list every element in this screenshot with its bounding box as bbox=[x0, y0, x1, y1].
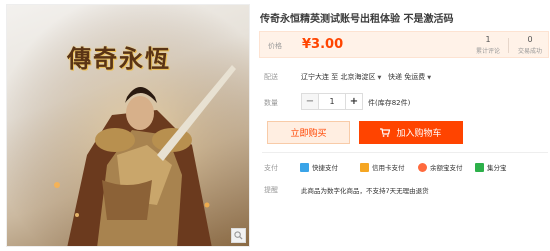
price-value: ¥3.00 bbox=[302, 37, 344, 52]
deal-count: 0 bbox=[527, 35, 533, 44]
stat-divider bbox=[508, 38, 509, 53]
buy-now-label: 立即购买 bbox=[290, 129, 327, 139]
yuebao-icon bbox=[418, 162, 427, 172]
add-to-cart-label: 加入购物车 bbox=[396, 129, 442, 139]
review-count-stat[interactable]: 1 累计评论 bbox=[468, 35, 508, 55]
quantity-stepper: − 1 + bbox=[301, 93, 363, 110]
payment-method-quick: 快捷支付 bbox=[300, 162, 338, 172]
shipping-route-text: 辽宁大连 至 北京海淀区 bbox=[301, 73, 376, 81]
payment-method-credit: 信用卡支付 bbox=[360, 162, 405, 172]
payment-method-yuebao: 余额宝支付 bbox=[418, 162, 463, 172]
payment-method-label: 信用卡支付 bbox=[372, 164, 405, 172]
buy-now-button[interactable]: 立即购买 bbox=[267, 121, 350, 144]
quantity-label: 数量 bbox=[264, 99, 278, 107]
payment-method-label: 集分宝 bbox=[487, 164, 507, 172]
shipping-label: 配送 bbox=[264, 73, 278, 81]
chevron-down-icon: ▼ bbox=[427, 75, 432, 81]
notice-text: 此商品为数字化商品，不支持7天无理由退货 bbox=[301, 187, 429, 195]
deal-count-label: 交易成功 bbox=[517, 48, 542, 55]
payment-method-label: 快捷支付 bbox=[312, 164, 338, 172]
price-label: 价格 bbox=[268, 42, 282, 50]
cart-icon bbox=[380, 128, 391, 137]
quantity-plus-button[interactable]: + bbox=[346, 94, 362, 109]
game-logo: 傳奇永恆 bbox=[67, 44, 171, 73]
zoom-icon[interactable] bbox=[231, 228, 246, 243]
stock-text: 件(库存82件) bbox=[368, 99, 411, 107]
credit-card-icon bbox=[360, 162, 369, 172]
deal-count-stat: 0 交易成功 bbox=[510, 35, 550, 55]
quantity-minus-button[interactable]: − bbox=[302, 94, 318, 109]
shipping-method[interactable]: 快递 免运费 ▼ bbox=[388, 72, 431, 82]
divider bbox=[262, 152, 548, 153]
review-count: 1 bbox=[485, 35, 491, 44]
payment-method-jifenbao: 集分宝 bbox=[475, 162, 507, 172]
jifenbao-icon bbox=[475, 162, 484, 172]
quantity-input[interactable]: 1 bbox=[318, 94, 346, 109]
notice-label: 提醒 bbox=[264, 186, 278, 194]
chevron-down-icon: ▼ bbox=[377, 75, 382, 81]
payment-label: 支付 bbox=[264, 164, 278, 172]
product-image[interactable]: 傳奇永恆 bbox=[6, 4, 250, 247]
add-to-cart-button[interactable]: 加入购物车 bbox=[359, 121, 463, 144]
product-title: 传奇永恒精英测试账号出租体验 不是激活码 bbox=[260, 14, 454, 25]
price-panel: 价格 ¥3.00 1 累计评论 0 交易成功 bbox=[259, 31, 549, 58]
shipping-method-text: 快递 免运费 bbox=[388, 73, 426, 81]
payment-method-label: 余额宝支付 bbox=[430, 164, 463, 172]
shipping-route[interactable]: 辽宁大连 至 北京海淀区 ▼ bbox=[301, 72, 381, 82]
quick-pay-icon bbox=[300, 162, 309, 172]
review-count-label: 累计评论 bbox=[475, 48, 500, 55]
